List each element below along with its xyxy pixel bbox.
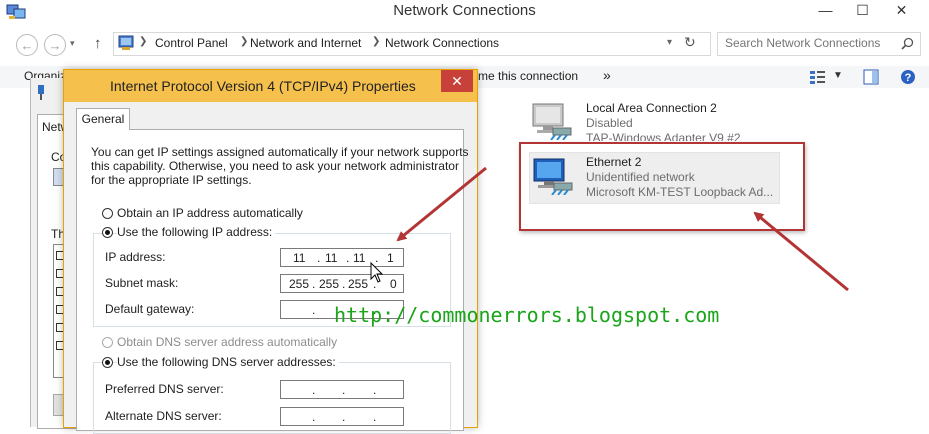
blog-watermark: http://commonerrors.blogspot.com — [334, 303, 720, 327]
annotation-arrow-adapter — [753, 211, 849, 292]
tab-general[interactable]: General — [76, 108, 130, 130]
annotation-arrow-ip — [396, 166, 487, 242]
annotation-arrows — [396, 166, 849, 292]
